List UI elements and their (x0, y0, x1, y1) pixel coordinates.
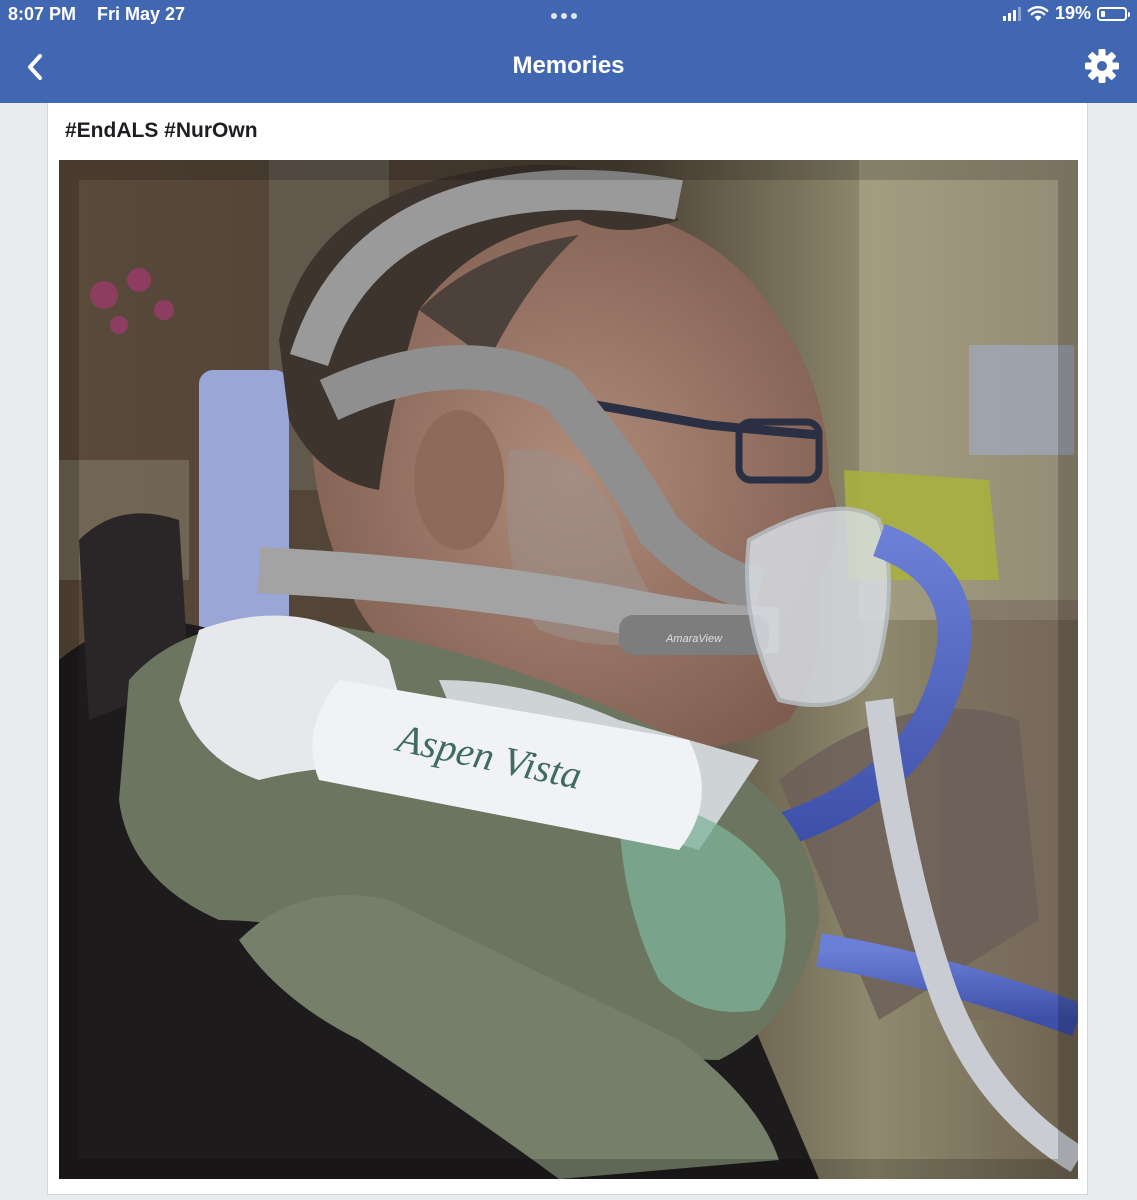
status-date: Fri May 27 (97, 4, 186, 24)
post-photo[interactable]: AmaraView Aspen Vista (59, 160, 1078, 1179)
post-text: #EndALS #NurOwn (65, 119, 258, 142)
battery-icon (1097, 6, 1130, 21)
gear-icon (1085, 49, 1119, 83)
status-indicators: 19% (1002, 3, 1130, 24)
signal-icon (1002, 6, 1021, 21)
wifi-icon (1027, 6, 1049, 21)
status-time: 8:07 PM (8, 4, 77, 24)
memory-post-card: #EndALS #NurOwn AmaraView Aspen Vista (47, 103, 1088, 1195)
mask-strap-label: AmaraView (665, 633, 723, 645)
page-title: Memories (512, 52, 625, 79)
battery-level (1101, 10, 1105, 17)
photo-illustration: AmaraView Aspen Vista (59, 160, 1078, 1179)
top-navigation-bar: 8:07 PM Fri May 27 19% Memories (0, 0, 1137, 103)
settings-button[interactable] (1082, 46, 1122, 86)
battery-percent: 19% (1054, 3, 1091, 23)
multitasking-dots-icon[interactable] (551, 13, 577, 19)
